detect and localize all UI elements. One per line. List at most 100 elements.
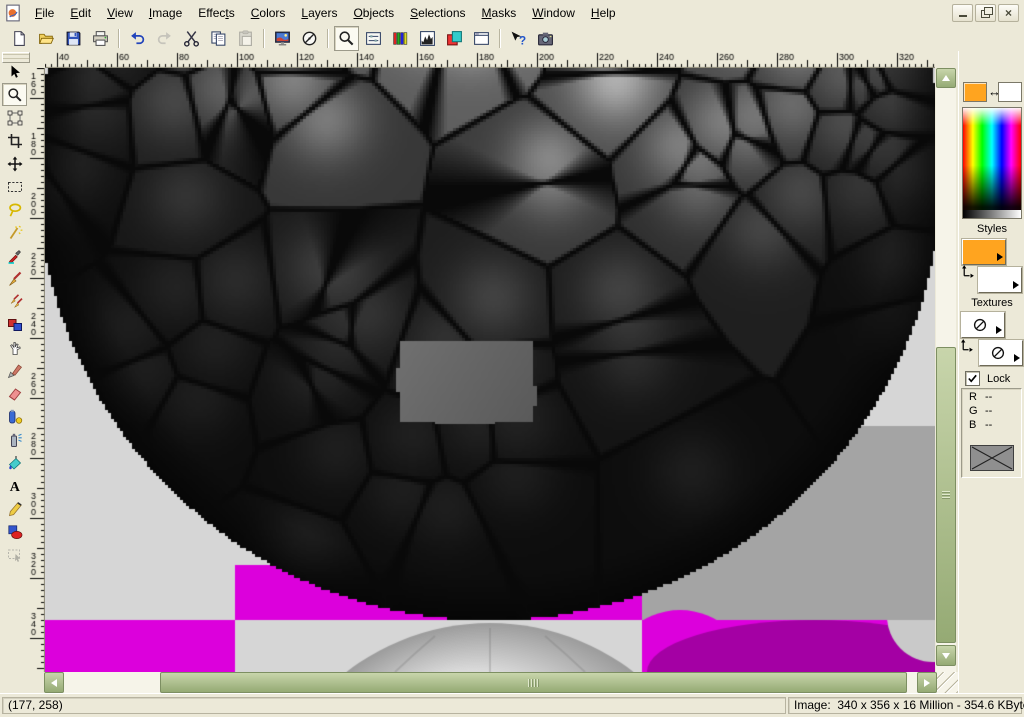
null-texture-icon: [971, 316, 989, 334]
resize-grip[interactable]: [937, 672, 958, 693]
tool-clone-brush[interactable]: [2, 290, 27, 313]
save-button[interactable]: [61, 26, 86, 51]
histogram-button[interactable]: [415, 26, 440, 51]
zoom-toggle-button[interactable]: [334, 26, 359, 51]
menu-effects[interactable]: Effects: [190, 3, 242, 23]
zoom-icon: [7, 87, 23, 103]
scroll-down-button[interactable]: [936, 645, 956, 666]
tool-retouch[interactable]: [2, 336, 27, 359]
cut-button[interactable]: [179, 26, 204, 51]
capture-button[interactable]: [533, 26, 558, 51]
swap-textures-icon[interactable]: [959, 338, 975, 354]
foreground-texture-button[interactable]: [961, 312, 1005, 338]
preset-shapes-icon: [7, 524, 23, 540]
horizontal-scrollbar[interactable]: [44, 672, 958, 693]
open-button[interactable]: [34, 26, 59, 51]
color-panel: ↔ Styles Textures Lock R--G--B--: [958, 51, 1024, 693]
tool-picture-tube[interactable]: [2, 405, 27, 428]
tool-preset-shapes[interactable]: [2, 520, 27, 543]
tool-text[interactable]: A: [2, 474, 27, 497]
minimize-button[interactable]: [952, 4, 973, 22]
tool-eraser[interactable]: [2, 382, 27, 405]
print-button[interactable]: [88, 26, 113, 51]
tool-selection[interactable]: [2, 175, 27, 198]
redo-icon: [156, 30, 173, 47]
copy-icon: [210, 30, 227, 47]
window-controls: ×: [952, 4, 1019, 22]
menu-objects[interactable]: Objects: [345, 3, 402, 23]
tool-arrow[interactable]: [2, 60, 27, 83]
vertical-scrollbar[interactable]: [936, 68, 956, 672]
vertical-scroll-thumb[interactable]: [936, 347, 956, 643]
tool-color-replacer[interactable]: [2, 313, 27, 336]
tool-scratch-remover[interactable]: [2, 359, 27, 382]
paintbrush-icon: [7, 271, 23, 287]
color-gradient-picker[interactable]: [962, 107, 1022, 219]
new-button[interactable]: [7, 26, 32, 51]
toolbar: ?: [0, 25, 1024, 52]
background-texture-button[interactable]: [979, 340, 1023, 366]
redo-button[interactable]: [152, 26, 177, 51]
tool-paintbrush[interactable]: [2, 267, 27, 290]
grayscale-strip[interactable]: [963, 210, 1021, 218]
normal-viewing-button[interactable]: [297, 26, 322, 51]
image-canvas[interactable]: [45, 68, 935, 672]
tool-palette-button[interactable]: [469, 26, 494, 51]
undo-button[interactable]: [125, 26, 150, 51]
menu-help[interactable]: Help: [583, 3, 624, 23]
swap-styles-icon[interactable]: [960, 264, 976, 280]
tool-freehand[interactable]: [2, 198, 27, 221]
menu-edit[interactable]: Edit: [62, 3, 99, 23]
menu-layers[interactable]: Layers: [293, 3, 345, 23]
tool-flood-fill[interactable]: [2, 451, 27, 474]
menu-colors[interactable]: Colors: [243, 3, 294, 23]
scroll-left-button[interactable]: [44, 672, 64, 693]
close-button[interactable]: ×: [998, 4, 1019, 22]
full-screen-preview-button[interactable]: [270, 26, 295, 51]
foreground-style-button[interactable]: [962, 239, 1006, 265]
mover-icon: [7, 156, 23, 172]
restore-button[interactable]: [975, 4, 996, 22]
tool-crop[interactable]: [2, 129, 27, 152]
tool-airbrush[interactable]: [2, 428, 27, 451]
current-color-null-swatch[interactable]: [970, 445, 1014, 471]
background-style-button[interactable]: [978, 267, 1022, 293]
cursor-position: (177, 258): [2, 697, 786, 714]
swap-arrows-icon: [960, 264, 975, 279]
tool-magic-wand[interactable]: [2, 221, 27, 244]
copy-button[interactable]: [206, 26, 231, 51]
tool-object-selector[interactable]: [2, 543, 27, 566]
close-icon: ×: [1005, 6, 1012, 20]
svg-text:?: ?: [519, 34, 526, 47]
help-icon: ?: [510, 30, 527, 47]
textures-label: Textures: [959, 297, 1024, 309]
menu-selections[interactable]: Selections: [402, 3, 473, 23]
toolbar-separator: [499, 29, 501, 48]
horizontal-scroll-thumb[interactable]: [160, 672, 907, 693]
lock-checkbox[interactable]: [965, 371, 980, 386]
dropper-icon: [7, 248, 23, 264]
color-palette-button[interactable]: [388, 26, 413, 51]
scroll-up-button[interactable]: [936, 68, 956, 88]
menu-file[interactable]: File: [27, 3, 62, 23]
retouch-icon: [7, 340, 23, 356]
scroll-right-button[interactable]: [917, 672, 937, 693]
help-button[interactable]: ?: [506, 26, 531, 51]
menu-window[interactable]: Window: [524, 3, 583, 23]
tool-zoom[interactable]: [2, 83, 27, 106]
tool-dropper[interactable]: [2, 244, 27, 267]
tool-mover[interactable]: [2, 152, 27, 175]
foreground-color-swatch[interactable]: [963, 82, 987, 102]
rgb-row-g: G--: [969, 405, 1021, 417]
tool-options-button[interactable]: [361, 26, 386, 51]
paste-button[interactable]: [233, 26, 258, 51]
layer-palette-button[interactable]: [442, 26, 467, 51]
menu-masks[interactable]: Masks: [474, 3, 525, 23]
left-arrow-icon: [51, 679, 57, 687]
background-color-swatch[interactable]: [998, 82, 1022, 102]
menu-view[interactable]: View: [99, 3, 141, 23]
tool-deformation[interactable]: [2, 106, 27, 129]
horizontal-ruler: [45, 51, 935, 68]
menu-image[interactable]: Image: [141, 3, 190, 23]
tool-draw[interactable]: [2, 497, 27, 520]
